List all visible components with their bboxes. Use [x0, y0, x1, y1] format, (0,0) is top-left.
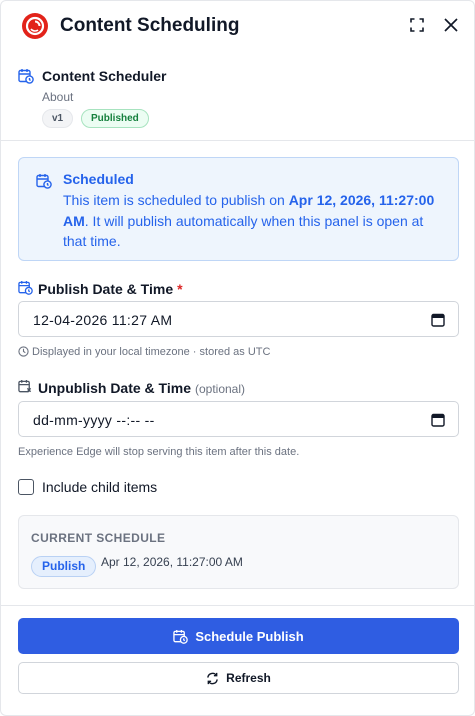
- content-scheduling-panel: Content Scheduling Content Scheduler Abo…: [0, 0, 475, 716]
- schedule-publish-label: Schedule Publish: [195, 628, 304, 644]
- refresh-label: Refresh: [226, 671, 271, 685]
- schedule-publish-button[interactable]: Schedule Publish: [18, 618, 459, 654]
- unpublish-date-input[interactable]: dd-mm-yyyy --:-- --: [18, 401, 459, 437]
- divider: [1, 140, 474, 141]
- publish-date-label: Publish Date & Time *: [38, 281, 183, 297]
- publish-date-input[interactable]: 12-04-2026 11:27 AM: [18, 301, 459, 337]
- scheduled-alert: Scheduled This item is scheduled to publ…: [18, 157, 459, 261]
- clock-icon: [18, 346, 29, 357]
- calendar-picker-icon[interactable]: [431, 413, 445, 427]
- refresh-button[interactable]: Refresh: [18, 662, 459, 694]
- include-child-items-label[interactable]: Include child items: [42, 479, 157, 496]
- refresh-icon: [207, 672, 218, 684]
- about-link[interactable]: About: [42, 90, 73, 104]
- unpublish-date-label: Unpublish Date & Time (optional): [38, 380, 246, 396]
- calendar-clock-icon: [18, 280, 33, 295]
- version-badge: v1: [42, 109, 74, 128]
- required-mark: *: [177, 281, 183, 297]
- calendar-picker-icon[interactable]: [431, 313, 445, 327]
- expand-button[interactable]: [407, 15, 427, 35]
- close-button[interactable]: [441, 15, 461, 35]
- publish-date-value: 12-04-2026 11:27 AM: [33, 312, 173, 328]
- app-name: Content Scheduler: [42, 68, 167, 84]
- unpublish-help: Experience Edge will stop serving this i…: [18, 446, 300, 458]
- current-schedule-heading: CURRENT SCHEDULE: [31, 531, 166, 545]
- current-schedule-card: CURRENT SCHEDULE Publish Apr 12, 2026, 1…: [18, 515, 459, 589]
- optional-label: (optional): [194, 382, 246, 396]
- status-badge: Published: [81, 109, 149, 128]
- divider: [1, 605, 474, 606]
- calendar-clock-icon: [18, 69, 34, 84]
- schedule-action-badge: Publish: [31, 556, 97, 577]
- schedule-date: Apr 12, 2026, 11:27:00 AM: [101, 555, 243, 569]
- close-icon: [444, 18, 458, 32]
- panel-header: Content Scheduling: [1, 1, 474, 51]
- calendar-clock-icon: [36, 174, 52, 189]
- include-child-items-checkbox[interactable]: [18, 479, 34, 495]
- unpublish-date-value: dd-mm-yyyy --:-- --: [33, 412, 155, 428]
- alert-message: This item is scheduled to publish on Apr…: [63, 192, 435, 249]
- expand-icon: [410, 18, 424, 32]
- panel-title: Content Scheduling: [60, 15, 240, 36]
- sitecore-logo: [22, 13, 48, 39]
- calendar-clock-icon: [173, 629, 189, 644]
- timezone-help: Displayed in your local timezone · store…: [18, 345, 270, 359]
- alert-title: Scheduled: [63, 171, 134, 187]
- calendar-x-icon: [18, 379, 32, 393]
